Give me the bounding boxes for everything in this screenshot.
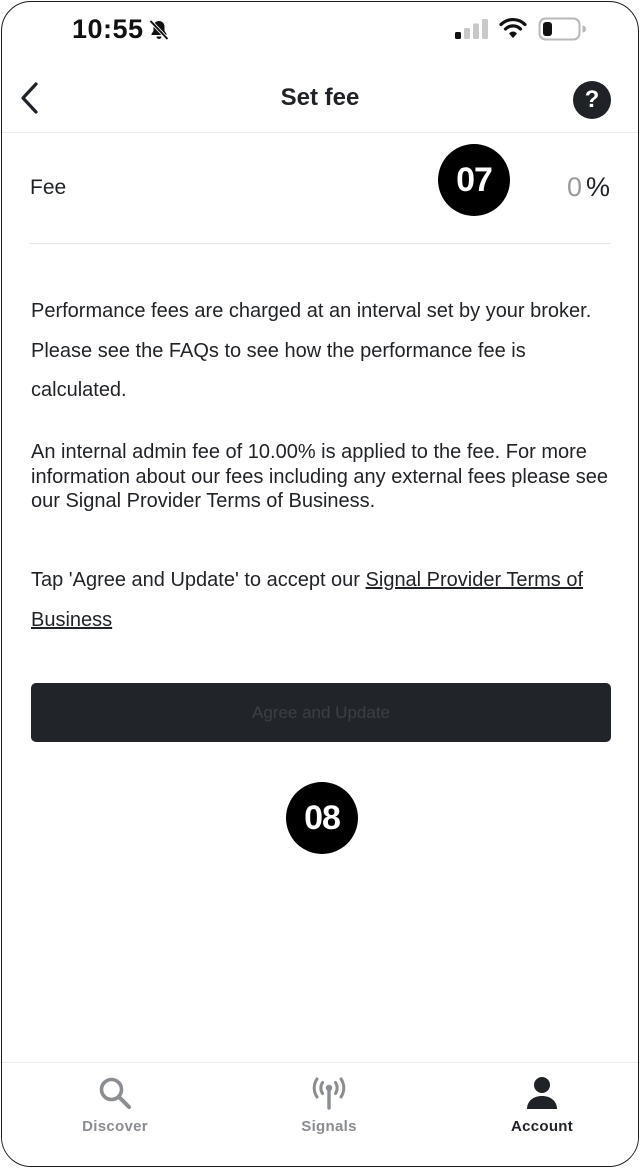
fee-value-field[interactable]: 0% — [567, 172, 610, 203]
signal-antenna-icon — [312, 1077, 346, 1110]
tab-discover-label: Discover — [82, 1118, 148, 1135]
performance-fee-description: Performance fees are charged at an inter… — [31, 300, 592, 401]
step-badge-07: 07 — [438, 144, 510, 216]
fee-unit: % — [585, 172, 610, 202]
cellular-signal-icon — [455, 19, 488, 39]
battery-icon — [538, 17, 586, 41]
agree-terms-text: Tap 'Agree and Update' to accept our Sig… — [31, 561, 616, 640]
tab-signals-label: Signals — [301, 1118, 357, 1135]
tab-account[interactable]: Account — [462, 1063, 622, 1153]
bell-muted-icon — [149, 19, 169, 41]
tab-account-label: Account — [510, 1118, 574, 1135]
fee-label: Fee — [30, 176, 67, 199]
wifi-icon — [499, 17, 527, 38]
person-icon — [527, 1077, 557, 1109]
admin-fee-description: An internal admin fee of 10.00% is appli… — [31, 441, 609, 512]
top-app-bar: Set fee ? — [2, 62, 638, 133]
fee-value-number: 0 — [566, 172, 582, 202]
tab-signals[interactable]: Signals — [249, 1063, 409, 1153]
help-icon[interactable]: ? — [573, 81, 611, 119]
agree-terms-prefix: Tap 'Agree and Update' to accept our — [31, 569, 366, 591]
page-title: Set fee — [280, 84, 360, 111]
phone-screen: 10:55 Set fee ? Fee 0 % 07 Performance f… — [1, 1, 639, 1167]
fee-row[interactable]: Fee 0% — [30, 133, 610, 244]
tab-discover[interactable]: Discover — [35, 1063, 195, 1153]
search-icon — [99, 1077, 131, 1109]
agree-and-update-button[interactable]: Agree and Update — [31, 683, 611, 742]
status-bar: 10:55 — [2, 2, 638, 58]
status-time: 10:55 — [72, 14, 144, 44]
step-badge-08: 08 — [286, 782, 358, 854]
bottom-tab-bar: Discover Signals Account — [2, 1062, 638, 1166]
